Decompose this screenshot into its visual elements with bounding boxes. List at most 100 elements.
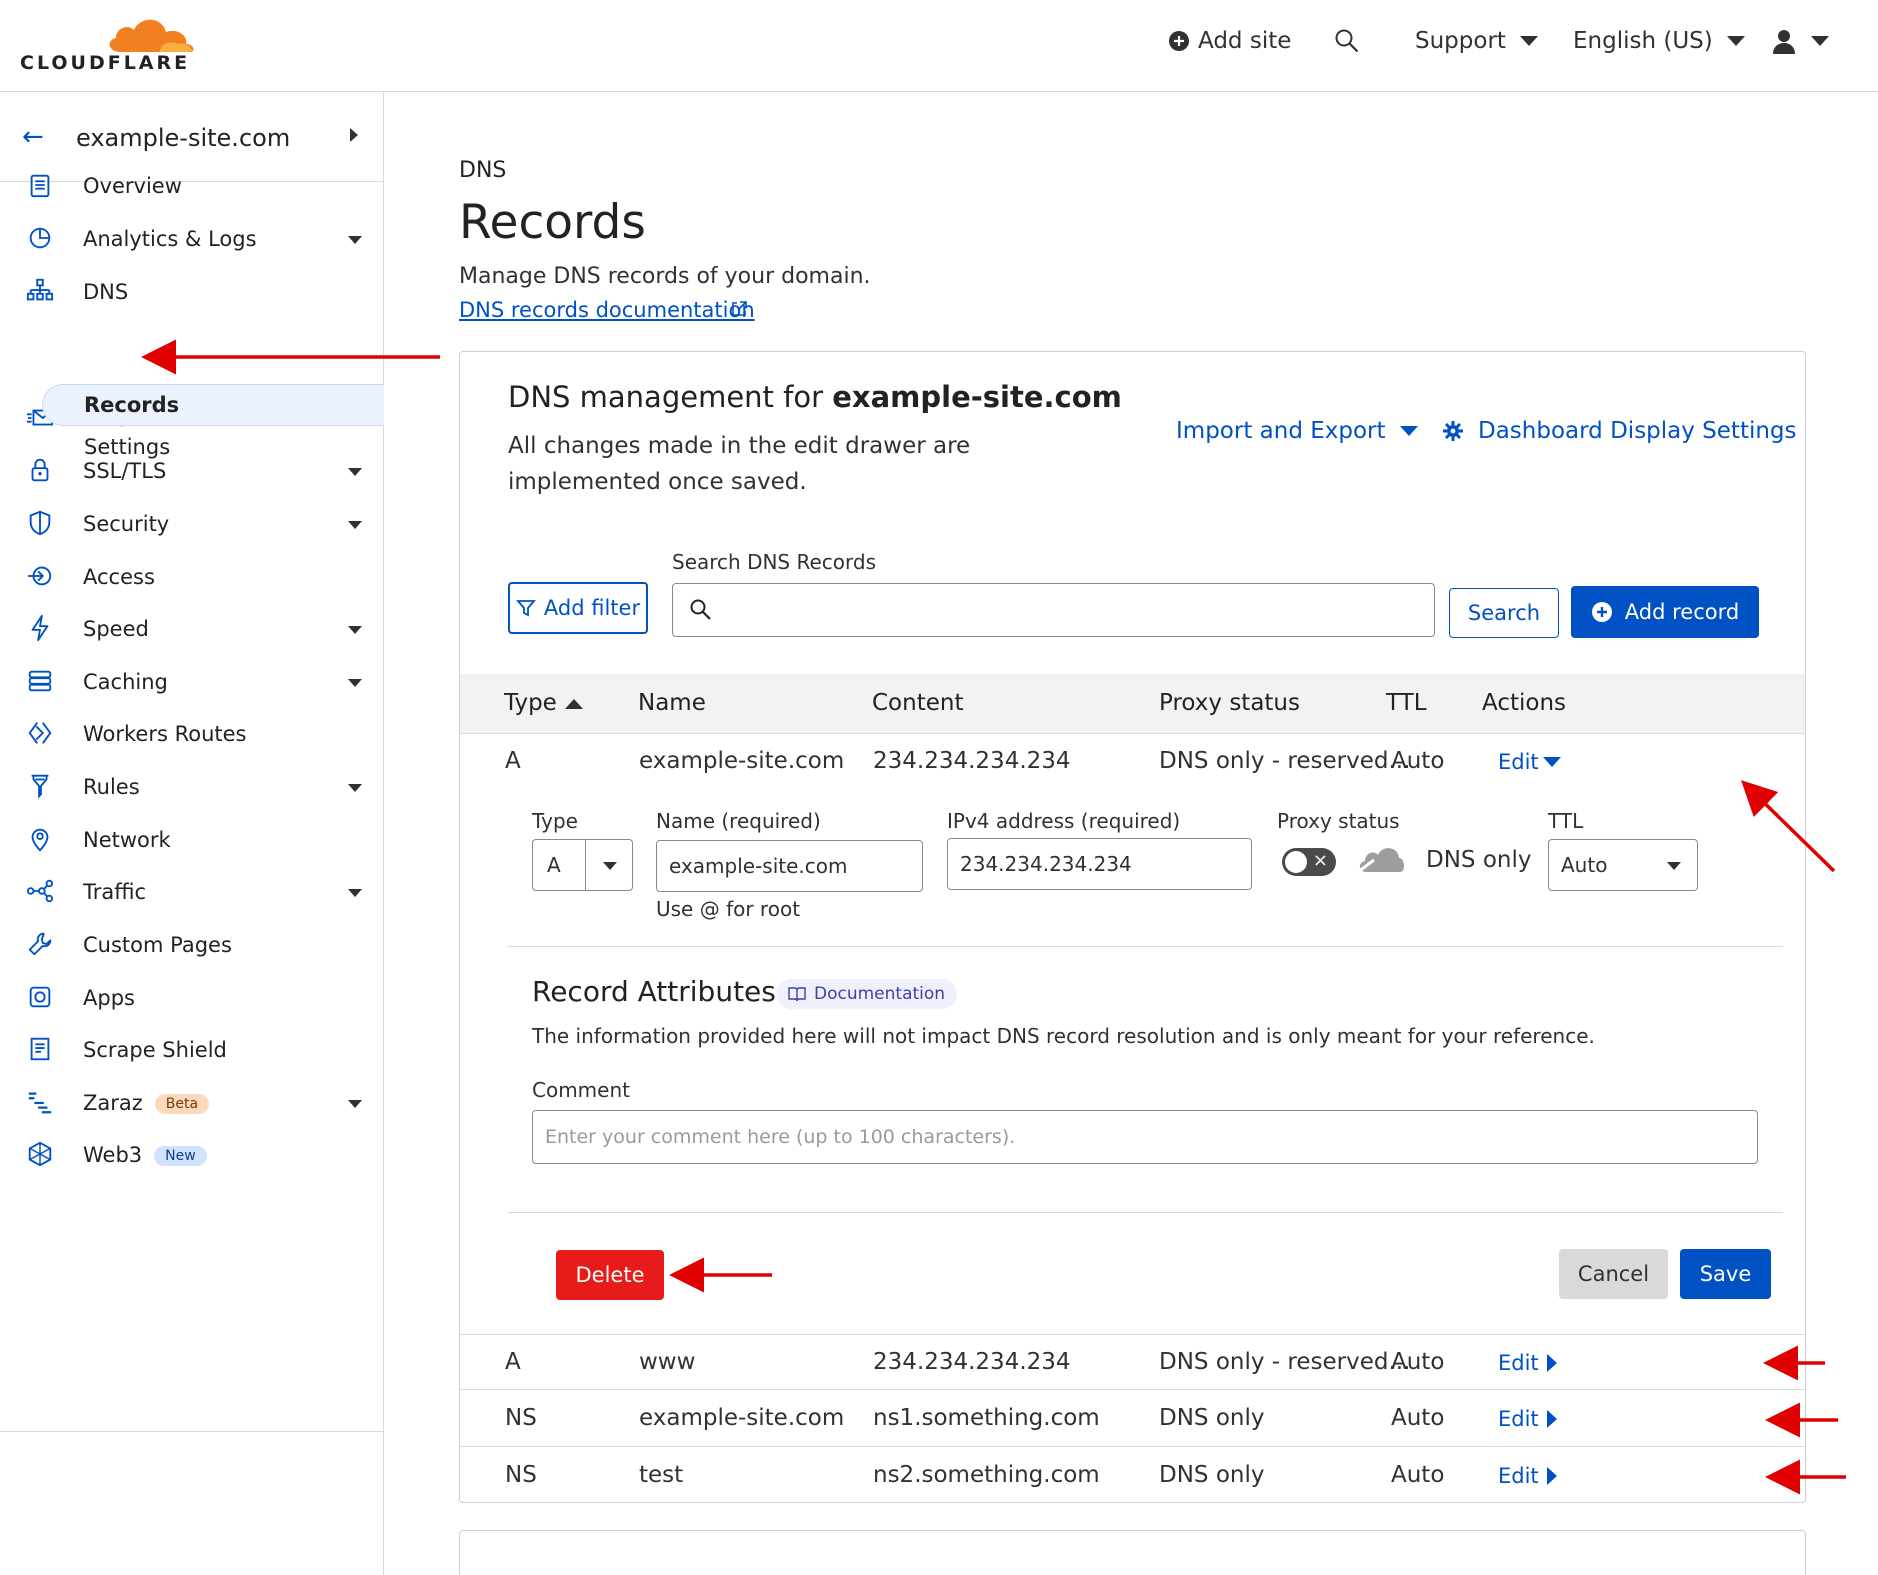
add-filter-label: Add filter (543, 596, 641, 620)
external-link-icon[interactable] (730, 300, 748, 318)
sidebar-item-apps[interactable]: Apps (0, 976, 383, 1020)
chevron-down-icon[interactable] (348, 1100, 362, 1108)
delete-button[interactable]: Delete (556, 1250, 664, 1300)
sidebar-item-overview[interactable]: Overview (0, 164, 383, 208)
ipv4-input[interactable]: 234.234.234.234 (947, 838, 1252, 890)
search-input[interactable] (672, 583, 1435, 637)
sidebar-item-dns[interactable]: DNS (0, 270, 383, 314)
status-badge: Beta (154, 1094, 210, 1114)
type-label: Type (532, 809, 578, 833)
import-export-menu[interactable]: Import and Export (1176, 418, 1418, 444)
name-input[interactable]: example-site.com (656, 840, 923, 892)
ttl-label: TTL (1548, 809, 1584, 833)
sidebar-sub-records[interactable]: Records (84, 393, 179, 417)
column-type[interactable]: Type (504, 690, 583, 716)
sidebar-item-text: Security (83, 512, 170, 536)
sidebar-item-workers-routes[interactable]: Workers Routes (0, 712, 383, 756)
location-pin-icon (26, 825, 56, 855)
table-row[interactable]: NS test ns2.something.com DNS only Auto … (460, 1448, 1805, 1504)
sidebar-item-web3[interactable]: Web3 New (0, 1133, 383, 1177)
record-attributes-title: Record Attributes (532, 975, 776, 1008)
search-submit-button[interactable]: Search (1449, 588, 1559, 638)
zaraz-icon (26, 1088, 56, 1118)
sidebar-item-text: Speed (83, 617, 149, 641)
search-button[interactable] (1334, 28, 1360, 54)
display-settings-link[interactable]: Dashboard Display Settings (1442, 418, 1797, 444)
documentation-link[interactable]: Documentation (776, 979, 958, 1009)
table-row[interactable]: A www 234.234.234.234 DNS only - reserve… (460, 1334, 1805, 1390)
cloudflare-logo[interactable]: CLOUDFLARE (20, 14, 194, 76)
sidebar-item-label: Network (83, 828, 171, 852)
column-proxy-status[interactable]: Proxy status (1159, 690, 1300, 716)
sidebar-item-label: SSL/TLS (83, 459, 166, 483)
edit-record-button[interactable]: Edit (1498, 1351, 1557, 1375)
comment-input[interactable] (532, 1110, 1758, 1164)
cell-type: A (505, 1349, 521, 1375)
chevron-right-icon (1546, 1354, 1557, 1372)
save-button[interactable]: Save (1680, 1249, 1771, 1299)
dns-docs-link[interactable]: DNS records documentation (459, 298, 755, 322)
chevron-down-icon[interactable] (348, 236, 362, 244)
sidebar-item-ssl-tls[interactable]: SSL/TLS (0, 449, 383, 493)
top-bar: CLOUDFLARE Add site Support English (US) (0, 0, 1878, 92)
edit-record-button[interactable]: Edit (1498, 1407, 1557, 1431)
plus-circle-icon (1591, 602, 1612, 622)
sidebar-item-analytics-logs[interactable]: Analytics & Logs (0, 217, 383, 261)
chevron-down-icon[interactable] (348, 784, 362, 792)
table-row[interactable]: NS example-site.com ns1.something.com DN… (460, 1391, 1805, 1447)
add-record-button[interactable]: Add record (1571, 586, 1759, 638)
table-header: Type Name Content Proxy status TTL Actio… (460, 674, 1805, 734)
page-description: Manage DNS records of your domain. (459, 264, 871, 289)
user-menu[interactable] (1771, 28, 1829, 54)
edit-record-button[interactable]: Edit (1498, 750, 1561, 774)
support-label: Support (1415, 28, 1506, 54)
sidebar-item-speed[interactable]: Speed (0, 607, 383, 651)
sidebar-item-traffic[interactable]: Traffic (0, 870, 383, 914)
chevron-down-icon[interactable] (348, 626, 362, 634)
sidebar-item-access[interactable]: Access (0, 555, 383, 599)
name-label: Name (required) (656, 809, 821, 833)
cancel-button[interactable]: Cancel (1559, 1249, 1668, 1299)
column-name[interactable]: Name (638, 690, 706, 716)
cloud-icon (1357, 848, 1405, 874)
proxy-toggle[interactable]: × (1282, 848, 1336, 876)
sidebar-item-custom-pages[interactable]: Custom Pages (0, 923, 383, 967)
chevron-down-icon[interactable] (348, 468, 362, 476)
sidebar-item-text: Workers Routes (83, 722, 247, 746)
sidebar-sub-settings[interactable]: Settings (84, 435, 170, 459)
workers-icon (26, 719, 56, 749)
language-menu[interactable]: English (US) (1573, 28, 1745, 54)
sidebar-item-label: Caching (83, 670, 168, 694)
chevron-down-icon[interactable] (348, 679, 362, 687)
column-actions: Actions (1482, 690, 1567, 716)
support-menu[interactable]: Support (1415, 28, 1538, 54)
add-site-button[interactable]: Add site (1168, 28, 1291, 54)
sidebar-item-network[interactable]: Network (0, 818, 383, 862)
sidebar-item-rules[interactable]: Rules (0, 765, 383, 809)
documentation-label: Documentation (814, 984, 946, 1004)
back-arrow-icon[interactable]: ← (22, 122, 44, 152)
next-card (459, 1530, 1806, 1575)
table-row[interactable]: A example-site.com 234.234.234.234 DNS o… (460, 734, 1805, 790)
document-icon (26, 1035, 56, 1065)
type-select-value: A (547, 853, 561, 877)
sort-ascending-icon (564, 698, 583, 709)
type-select[interactable]: A (532, 839, 633, 891)
chevron-right-icon (350, 128, 358, 142)
edit-label: Edit (1498, 1351, 1539, 1375)
column-ttl[interactable]: TTL (1386, 690, 1427, 716)
sidebar-item-scrape-shield[interactable]: Scrape Shield (0, 1028, 383, 1072)
ttl-select[interactable]: Auto (1548, 839, 1698, 891)
sidebar-item-caching[interactable]: Caching (0, 660, 383, 704)
sidebar-item-zaraz[interactable]: Zaraz Beta (0, 1081, 383, 1125)
add-filter-button[interactable]: Add filter (508, 582, 648, 634)
chevron-down-icon[interactable] (348, 521, 362, 529)
sidebar-item-security[interactable]: Security (0, 502, 383, 546)
user-icon (1773, 30, 1795, 54)
search-icon (1335, 29, 1359, 53)
sidebar-item-text: SSL/TLS (83, 459, 167, 483)
column-content[interactable]: Content (872, 690, 963, 716)
plus-circle-icon (1169, 31, 1189, 51)
edit-record-button[interactable]: Edit (1498, 1464, 1557, 1488)
chevron-down-icon[interactable] (348, 889, 362, 897)
